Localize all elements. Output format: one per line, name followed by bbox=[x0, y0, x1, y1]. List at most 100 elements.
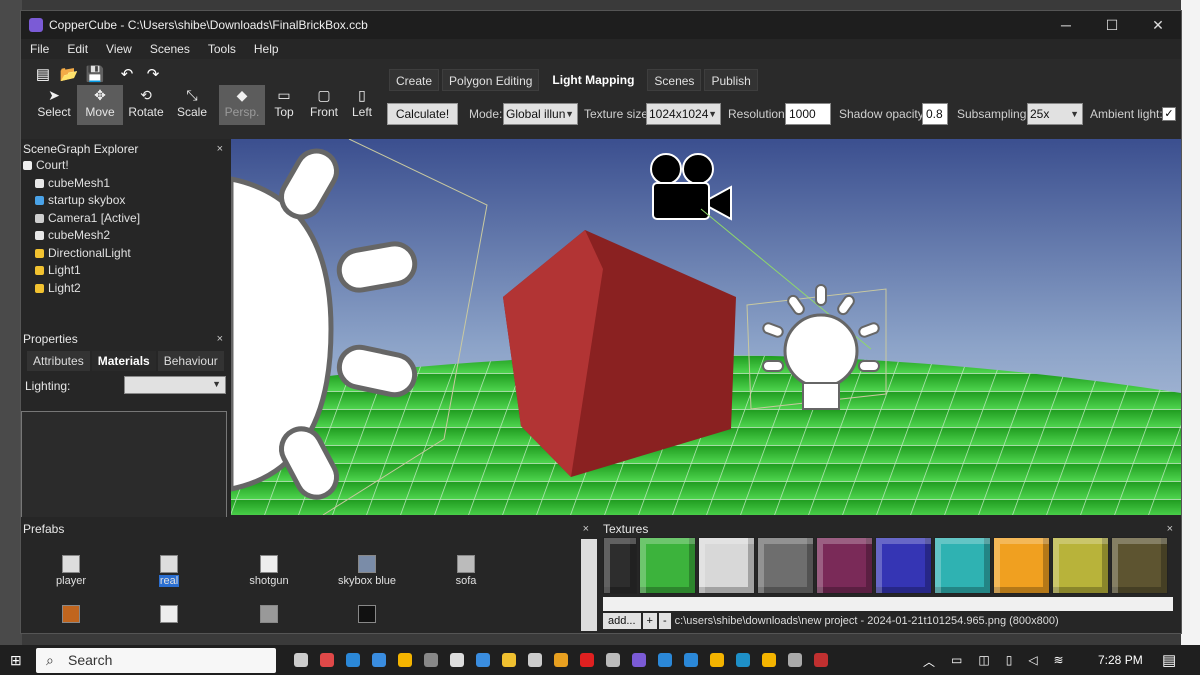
viewport-scene[interactable] bbox=[231, 139, 1181, 515]
close-icon[interactable]: × bbox=[583, 521, 589, 537]
tab-publish[interactable]: Publish bbox=[704, 69, 758, 91]
menu-help[interactable]: Help bbox=[245, 42, 288, 56]
texture-size-select[interactable]: 1024x1024 ▼ bbox=[646, 103, 721, 125]
texture-swatch[interactable] bbox=[639, 537, 696, 594]
volume-icon[interactable]: ◁ bbox=[1028, 653, 1037, 670]
app-icon[interactable] bbox=[554, 653, 568, 667]
prefab-item[interactable] bbox=[327, 605, 407, 625]
tab-materials[interactable]: Materials bbox=[91, 351, 156, 371]
app-icon[interactable] bbox=[528, 653, 542, 667]
edge-icon[interactable] bbox=[736, 653, 750, 667]
texture-swatch[interactable] bbox=[698, 537, 755, 594]
prefab-player[interactable]: player bbox=[31, 555, 111, 587]
taskbar-search[interactable]: ⌕ Search bbox=[36, 648, 276, 673]
menu-scenes[interactable]: Scenes bbox=[141, 42, 199, 56]
tab-scenes[interactable]: Scenes bbox=[647, 69, 702, 91]
scale-tool-button[interactable]: ⤡ Scale bbox=[169, 85, 215, 125]
move-tool-button[interactable]: ✥ Move bbox=[77, 85, 123, 125]
scenegraph-item[interactable]: Light2 bbox=[21, 280, 231, 298]
menu-file[interactable]: File bbox=[21, 42, 58, 56]
close-icon[interactable]: × bbox=[1167, 521, 1173, 537]
lighting-select[interactable]: ▼ bbox=[124, 376, 226, 394]
scenegraph-item[interactable]: cubeMesh2 bbox=[21, 227, 231, 245]
texture-swatch[interactable] bbox=[934, 537, 991, 594]
tab-attributes[interactable]: Attributes bbox=[27, 351, 90, 371]
texture-swatch[interactable] bbox=[1111, 537, 1168, 594]
3d-viewport[interactable] bbox=[231, 139, 1181, 515]
minimize-button[interactable]: ─ bbox=[1043, 11, 1089, 39]
prefab-skybox-blue[interactable]: skybox blue bbox=[327, 555, 407, 587]
left-view-button[interactable]: ▯ Left bbox=[339, 85, 385, 125]
prefab-item[interactable] bbox=[31, 605, 111, 625]
chrome-icon[interactable] bbox=[398, 653, 412, 667]
store-icon[interactable] bbox=[346, 653, 360, 667]
subsampling-select[interactable]: 25x ▼ bbox=[1027, 103, 1083, 125]
youtube-icon[interactable] bbox=[580, 653, 594, 667]
tab-polygon-editing[interactable]: Polygon Editing bbox=[442, 69, 540, 91]
texture-swatch[interactable] bbox=[816, 537, 873, 594]
app-icon[interactable] bbox=[606, 653, 620, 667]
maximize-button[interactable]: ☐ bbox=[1089, 11, 1135, 39]
prefab-item[interactable] bbox=[229, 605, 309, 625]
calculate-button[interactable]: Calculate! bbox=[387, 103, 458, 125]
phone-icon[interactable]: ▯ bbox=[1006, 653, 1013, 670]
app-icon[interactable] bbox=[320, 653, 334, 667]
texture-swatch[interactable] bbox=[1052, 537, 1109, 594]
chevron-up-icon[interactable]: ︿ bbox=[923, 653, 935, 670]
close-icon[interactable]: × bbox=[217, 331, 223, 347]
save-icon[interactable]: 💾 bbox=[85, 65, 105, 85]
scenegraph-item[interactable]: DirectionalLight bbox=[21, 245, 231, 263]
redo-icon[interactable]: ↷ bbox=[143, 65, 163, 85]
scenegraph-item[interactable]: cubeMesh1 bbox=[21, 175, 231, 193]
perspective-view-button[interactable]: ◆ Persp. bbox=[219, 85, 265, 125]
texture-swatch[interactable] bbox=[993, 537, 1050, 594]
resolution-input[interactable]: 1000 bbox=[785, 103, 831, 125]
network-icon[interactable]: ◫ bbox=[978, 653, 989, 670]
texture-swatch[interactable] bbox=[757, 537, 814, 594]
clock[interactable]: 7:28 PM bbox=[1098, 653, 1143, 667]
prefab-item[interactable] bbox=[129, 605, 209, 625]
file-explorer-icon[interactable] bbox=[502, 653, 516, 667]
scenegraph-item[interactable]: Light1 bbox=[21, 262, 231, 280]
app-icon[interactable] bbox=[450, 653, 464, 667]
scenegraph-item[interactable]: Camera1 [Active] bbox=[21, 210, 231, 228]
prefab-shotgun[interactable]: shotgun bbox=[229, 555, 309, 587]
menu-view[interactable]: View bbox=[97, 42, 141, 56]
add-texture-button[interactable]: add... bbox=[603, 613, 641, 629]
prefab-real[interactable]: real bbox=[129, 555, 209, 587]
app-icon[interactable] bbox=[684, 653, 698, 667]
undo-icon[interactable]: ↶ bbox=[117, 65, 137, 85]
chrome-icon[interactable] bbox=[762, 653, 776, 667]
tab-create[interactable]: Create bbox=[389, 69, 440, 91]
app-icon[interactable] bbox=[658, 653, 672, 667]
rotate-tool-button[interactable]: ⟲ Rotate bbox=[123, 85, 169, 125]
menu-edit[interactable]: Edit bbox=[58, 42, 97, 56]
menu-tools[interactable]: Tools bbox=[199, 42, 245, 56]
app-icon[interactable] bbox=[424, 653, 438, 667]
mail-icon[interactable] bbox=[372, 653, 386, 667]
task-view-icon[interactable] bbox=[294, 653, 308, 667]
new-file-icon[interactable]: ▤ bbox=[33, 65, 53, 85]
prefab-sofa[interactable]: sofa bbox=[426, 555, 506, 587]
texture-swatch[interactable] bbox=[875, 537, 932, 594]
app-icon[interactable] bbox=[814, 653, 828, 667]
textures-scrollbar[interactable] bbox=[603, 597, 1173, 611]
wifi-icon[interactable]: ≋ bbox=[1054, 653, 1064, 670]
select-tool-button[interactable]: ➤ Select bbox=[31, 85, 77, 125]
app-icon[interactable] bbox=[476, 653, 490, 667]
mode-select[interactable]: Global illun ▼ bbox=[503, 103, 578, 125]
battery-icon[interactable]: ▭ bbox=[951, 653, 962, 670]
app-icon[interactable] bbox=[788, 653, 802, 667]
title-bar[interactable]: CopperCube - C:\Users\shibe\Downloads\Fi… bbox=[21, 11, 1181, 39]
open-folder-icon[interactable]: 📂 bbox=[59, 65, 79, 85]
prefabs-scrollbar[interactable] bbox=[581, 539, 597, 631]
close-icon[interactable]: × bbox=[217, 141, 223, 157]
texture-swatch[interactable] bbox=[603, 537, 637, 594]
chrome-icon[interactable] bbox=[710, 653, 724, 667]
coppercube-taskbar-icon[interactable] bbox=[632, 653, 646, 667]
close-button[interactable]: ✕ bbox=[1135, 11, 1181, 39]
remove-button[interactable]: - bbox=[658, 613, 671, 629]
windows-start-icon[interactable]: ⊞ bbox=[10, 653, 24, 667]
scenegraph-item[interactable]: startup skybox bbox=[21, 192, 231, 210]
notification-icon[interactable]: ▤ bbox=[1162, 651, 1176, 669]
